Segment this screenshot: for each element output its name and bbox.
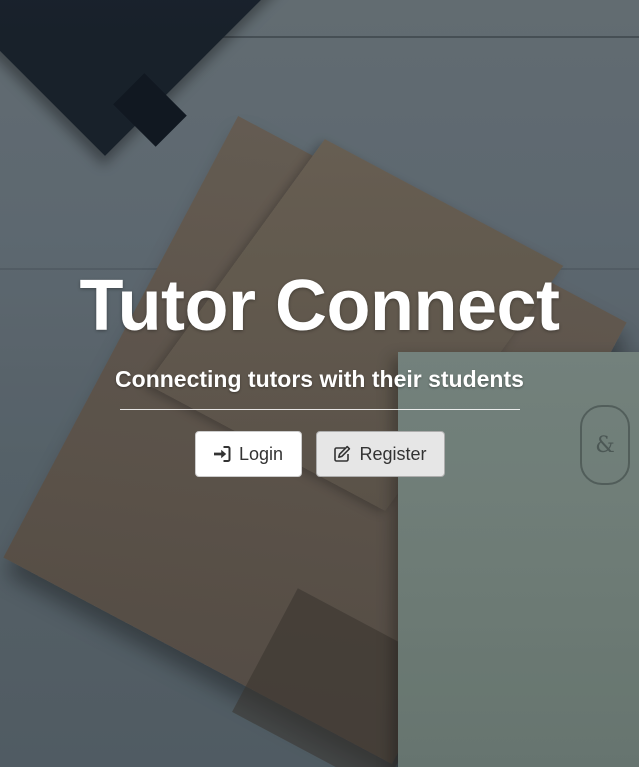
edit-icon xyxy=(333,445,351,463)
login-button[interactable]: Login xyxy=(194,431,302,477)
sign-in-icon xyxy=(213,445,231,463)
hero-divider xyxy=(119,409,520,410)
page-subtitle: Connecting tutors with their students xyxy=(115,366,524,392)
hero-actions: Login Register xyxy=(194,431,445,477)
hero-section: Tutor Connect Connecting tutors with the… xyxy=(0,266,639,477)
register-button-label: Register xyxy=(359,443,427,464)
page-title: Tutor Connect xyxy=(79,266,560,346)
register-button[interactable]: Register xyxy=(315,431,445,477)
login-button-label: Login xyxy=(238,443,284,464)
